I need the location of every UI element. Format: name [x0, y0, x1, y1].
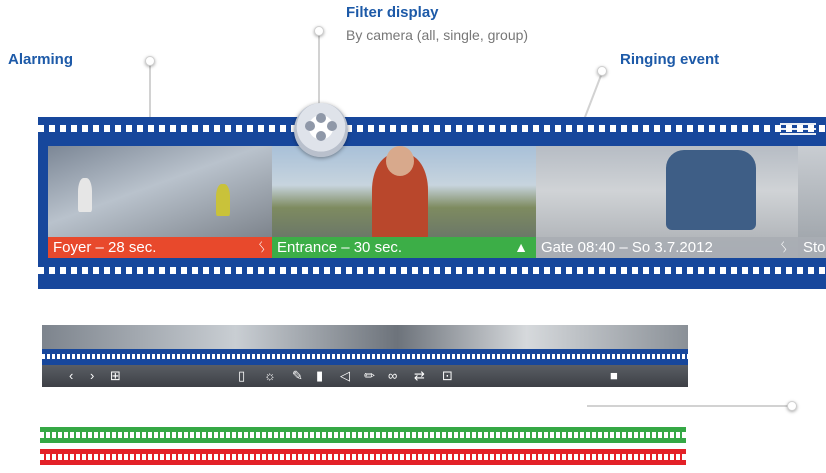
- layout-icon[interactable]: ⊞: [110, 366, 121, 386]
- speaker-icon[interactable]: ◁: [340, 366, 350, 386]
- strip-leader-dot: [787, 401, 797, 411]
- event-film-strip[interactable]: Foyer – 28 sec. ᛊ Entrance – 30 sec. ▲ G…: [38, 117, 826, 289]
- filter-callout-title: Filter display: [346, 4, 439, 21]
- live-view-toolbar: ‹ › ⊞ ▯ ☼ ✎ ▮ ◁ ✏ ∞ ⇄ ⊡ ■: [42, 325, 688, 387]
- camera-filter-button[interactable]: [294, 103, 348, 157]
- menu-icon[interactable]: [780, 123, 816, 137]
- toolbar-film-strip[interactable]: [42, 349, 688, 365]
- film-sprockets-top: [38, 125, 826, 132]
- event-label-text: Sto: [803, 239, 826, 256]
- strip-leader-line: [587, 405, 795, 407]
- event-frame-partial[interactable]: Sto: [798, 146, 826, 258]
- door-icon[interactable]: ▯: [238, 366, 245, 386]
- green-event-strip: [40, 427, 686, 443]
- film-sprockets-bottom: [38, 267, 826, 274]
- event-label-text: Foyer – 28 sec.: [53, 239, 157, 256]
- event-frame-gate[interactable]: Gate 08:40 – So 3.7.2012 ᛊ: [536, 146, 798, 258]
- filter-leader-line: [318, 32, 320, 106]
- switch-icon[interactable]: ✎: [292, 366, 303, 386]
- switch-view-icon[interactable]: ⇄: [414, 366, 425, 386]
- toolbar-camera-preview: [42, 325, 688, 349]
- event-label-gate: Gate 08:40 – So 3.7.2012 ᛊ: [536, 237, 798, 258]
- event-label-text: Entrance – 30 sec.: [277, 239, 403, 256]
- event-frame-foyer[interactable]: Foyer – 28 sec. ᛊ: [48, 146, 276, 258]
- red-event-strip: [40, 449, 686, 465]
- alarm-pulse-icon: ᛊ: [779, 239, 788, 255]
- ringing-callout-title: Ringing event: [620, 51, 720, 68]
- lock-icon[interactable]: ■: [610, 366, 618, 386]
- snapshot-icon[interactable]: ⊡: [442, 366, 453, 386]
- event-frame-entrance[interactable]: Entrance – 30 sec. ▲: [272, 146, 538, 258]
- alarm-pulse-icon: ᛊ: [257, 239, 266, 255]
- event-label-partial: Sto: [798, 237, 826, 258]
- microphone-icon[interactable]: ✏: [364, 366, 375, 386]
- ringing-leader-dot: [597, 66, 607, 76]
- filter-callout-subtitle: By camera (all, single, group): [346, 27, 529, 43]
- bell-icon: ▲: [514, 239, 528, 255]
- light-icon[interactable]: ☼: [264, 366, 276, 386]
- event-label-text: Gate 08:40 – So 3.7.2012: [541, 239, 713, 256]
- alarming-leader-dot: [145, 56, 155, 66]
- next-icon[interactable]: ›: [90, 366, 94, 386]
- previous-icon[interactable]: ‹: [69, 366, 73, 386]
- filter-leader-dot: [314, 26, 324, 36]
- alarming-callout-title: Alarming: [8, 51, 74, 68]
- event-label-entrance: Entrance – 30 sec. ▲: [272, 237, 538, 258]
- event-label-foyer: Foyer – 28 sec. ᛊ: [48, 237, 276, 258]
- link-icon[interactable]: ∞: [388, 366, 397, 386]
- thermometer-icon[interactable]: ▮: [316, 366, 323, 386]
